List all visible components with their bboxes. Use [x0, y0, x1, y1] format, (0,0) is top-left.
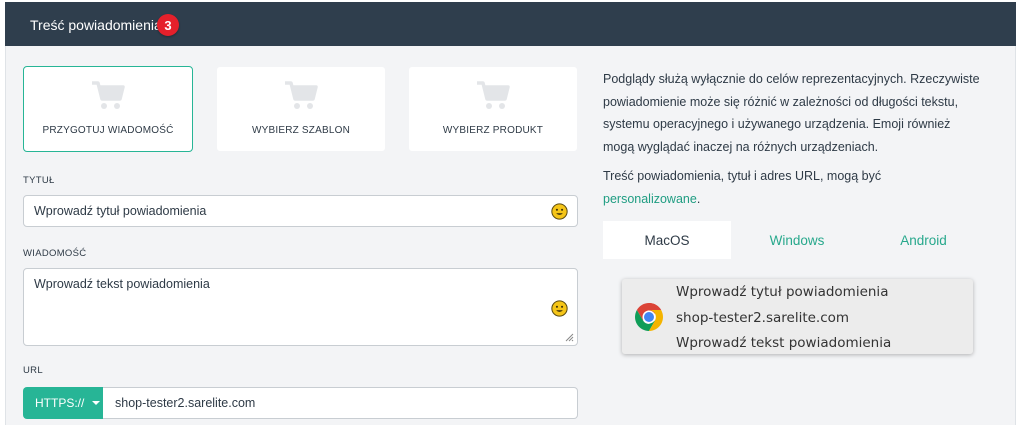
- notification-preview: Wprowadź tytuł powiadomienia shop-tester…: [622, 279, 973, 354]
- tab-windows[interactable]: Windows: [731, 221, 863, 259]
- title-label: TYTUŁ: [23, 175, 55, 186]
- emoji-picker-icon[interactable]: [551, 203, 568, 220]
- choose-template-label: WYBIERZ SZABLON: [251, 125, 350, 136]
- page: Treść powiadomienia 3 PRZYGOTUJ WIADOMOŚ…: [0, 0, 1024, 425]
- title-input[interactable]: Wprowadź tytuł powiadomienia: [23, 195, 578, 227]
- url-input-value: shop-tester2.sarelite.com: [115, 396, 256, 410]
- personalization-note-text: Treść powiadomienia, tytuł i adres URL, …: [603, 169, 882, 183]
- prepare-message-label: PRZYGOTUJ WIADOMOŚĆ: [42, 125, 174, 136]
- cart-icon: [285, 81, 318, 109]
- panel-title: Treść powiadomienia: [30, 17, 162, 33]
- preview-message: Wprowadź tekst powiadomienia: [676, 335, 892, 351]
- choose-template-card[interactable]: WYBIERZ SZABLON: [216, 66, 386, 152]
- personalization-note: Treść powiadomienia, tytuł i adres URL, …: [603, 165, 983, 210]
- preview-disclaimer: Podglądy służą wyłącznie do celów reprez…: [603, 72, 980, 154]
- panel-header: Treść powiadomienia 3: [5, 2, 1016, 46]
- protocol-dropdown-button[interactable]: HTTPS://: [23, 387, 103, 419]
- resize-grip-icon[interactable]: [564, 332, 574, 342]
- chrome-icon: [635, 303, 663, 331]
- message-textarea-placeholder: Wprowadź tekst powiadomienia: [34, 277, 210, 291]
- choose-product-label: WYBIERZ PRODUKT: [442, 125, 544, 136]
- cart-icon: [477, 81, 510, 109]
- cart-icon: [92, 81, 125, 109]
- message-label: WIADOMOŚĆ: [23, 248, 87, 259]
- tab-android[interactable]: Android: [863, 221, 984, 259]
- choose-product-card[interactable]: WYBIERZ PRODUKT: [408, 66, 578, 152]
- preview-title: Wprowadź tytuł powiadomienia: [676, 284, 889, 300]
- os-tabs: MacOS Windows Android: [603, 221, 984, 259]
- step-badge: 3: [157, 14, 179, 36]
- caret-down-icon: [92, 401, 101, 405]
- personalized-link[interactable]: personalizowane: [603, 192, 697, 206]
- emoji-picker-icon[interactable]: [551, 300, 568, 317]
- preview-domain: shop-tester2.sarelite.com: [676, 310, 850, 326]
- title-input-placeholder: Wprowadź tytuł powiadomienia: [34, 204, 207, 218]
- url-label: URL: [23, 365, 43, 376]
- url-input[interactable]: shop-tester2.sarelite.com: [103, 387, 578, 419]
- prepare-message-card[interactable]: PRZYGOTUJ WIADOMOŚĆ: [23, 66, 193, 152]
- personalization-note-end: .: [696, 191, 701, 206]
- message-textarea[interactable]: Wprowadź tekst powiadomienia: [23, 268, 578, 346]
- tab-macos[interactable]: MacOS: [603, 221, 731, 259]
- protocol-label: HTTPS://: [35, 396, 85, 410]
